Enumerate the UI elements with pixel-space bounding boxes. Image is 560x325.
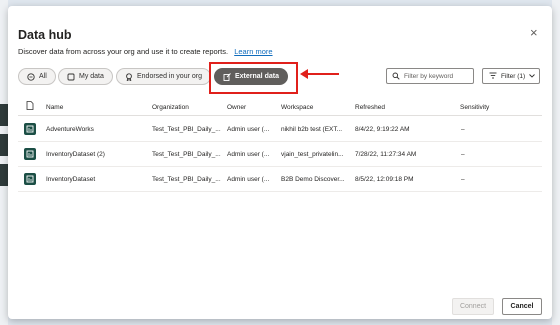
row-name: InventoryDataset <box>46 176 96 183</box>
table-row[interactable]: InventoryDataset (2) Test_Test_PBI_Daily… <box>18 142 542 167</box>
background-tile <box>0 104 8 126</box>
row-owner: Admin user (... <box>227 151 270 158</box>
annotation-arrow-icon <box>300 69 339 79</box>
chevron-down-icon <box>529 73 536 80</box>
background-right-strip <box>552 0 560 325</box>
connect-button[interactable]: Connect <box>452 298 494 315</box>
background-tile <box>0 164 8 186</box>
subtitle-text: Discover data from across your org and u… <box>18 47 229 56</box>
badge-icon <box>125 72 133 81</box>
grid-icon <box>27 72 35 81</box>
row-sensitivity: – <box>461 151 465 158</box>
row-owner: Admin user (... <box>227 126 270 133</box>
row-sensitivity: – <box>461 126 465 133</box>
row-refreshed: 8/4/22, 9:19:22 AM <box>355 126 410 133</box>
row-organization: Test_Test_PBI_Daily_... <box>152 126 221 133</box>
row-organization: Test_Test_PBI_Daily_... <box>152 176 221 183</box>
pill-label: My data <box>79 73 104 80</box>
row-sensitivity: – <box>461 176 465 183</box>
filter-pill-all[interactable]: All <box>18 68 56 85</box>
annotation-highlight-box <box>209 62 298 94</box>
filter-button-label: Filter (1) <box>501 72 526 80</box>
column-header-organization[interactable]: Organization <box>152 104 189 111</box>
pill-label: Endorsed in your org <box>137 73 202 80</box>
filter-button[interactable]: Filter (1) <box>482 68 540 84</box>
header-divider <box>18 115 542 116</box>
row-owner: Admin user (... <box>227 176 270 183</box>
cancel-button[interactable]: Cancel <box>502 298 542 315</box>
search-icon <box>392 67 400 85</box>
column-header-refreshed[interactable]: Refreshed <box>355 104 385 111</box>
file-type-icon <box>26 101 34 112</box>
close-icon[interactable]: × <box>530 26 538 39</box>
row-name: AdventureWorks <box>46 126 94 133</box>
dataset-icon <box>24 123 36 135</box>
background-tile <box>0 134 8 156</box>
row-refreshed: 7/28/22, 11:27:34 AM <box>355 151 417 158</box>
row-workspace: B2B Demo Discover... <box>281 176 345 183</box>
row-organization: Test_Test_PBI_Daily_... <box>152 151 221 158</box>
row-name: InventoryDataset (2) <box>46 151 105 158</box>
row-workspace: nikhil b2b test (EXT... <box>281 126 343 133</box>
learn-more-link[interactable]: Learn more <box>234 47 272 56</box>
row-workspace: vjain_test_privatelin... <box>281 151 344 158</box>
table-row[interactable]: InventoryDataset Test_Test_PBI_Daily_...… <box>18 167 542 192</box>
pill-label: All <box>39 73 47 80</box>
filter-search-box[interactable] <box>386 68 474 84</box>
dialog-title: Data hub <box>18 28 72 42</box>
filter-pill-my-data[interactable]: My data <box>58 68 113 85</box>
row-refreshed: 8/5/22, 12:09:18 PM <box>355 176 414 183</box>
column-header-name[interactable]: Name <box>46 104 63 111</box>
background-left-strip <box>0 0 8 325</box>
user-icon <box>67 73 75 81</box>
filter-pill-endorsed[interactable]: Endorsed in your org <box>116 68 211 85</box>
search-input[interactable] <box>404 72 474 80</box>
dataset-icon <box>24 173 36 185</box>
filter-icon <box>489 72 497 81</box>
dataset-icon <box>24 148 36 160</box>
column-header-owner[interactable]: Owner <box>227 104 246 111</box>
data-hub-dialog: Data hub × Discover data from across you… <box>8 6 552 319</box>
column-header-workspace[interactable]: Workspace <box>281 104 313 111</box>
column-header-sensitivity[interactable]: Sensitivity <box>460 104 489 111</box>
dialog-subtitle: Discover data from across your org and u… <box>18 47 273 56</box>
table-row[interactable]: AdventureWorks Test_Test_PBI_Daily_... A… <box>18 117 542 142</box>
